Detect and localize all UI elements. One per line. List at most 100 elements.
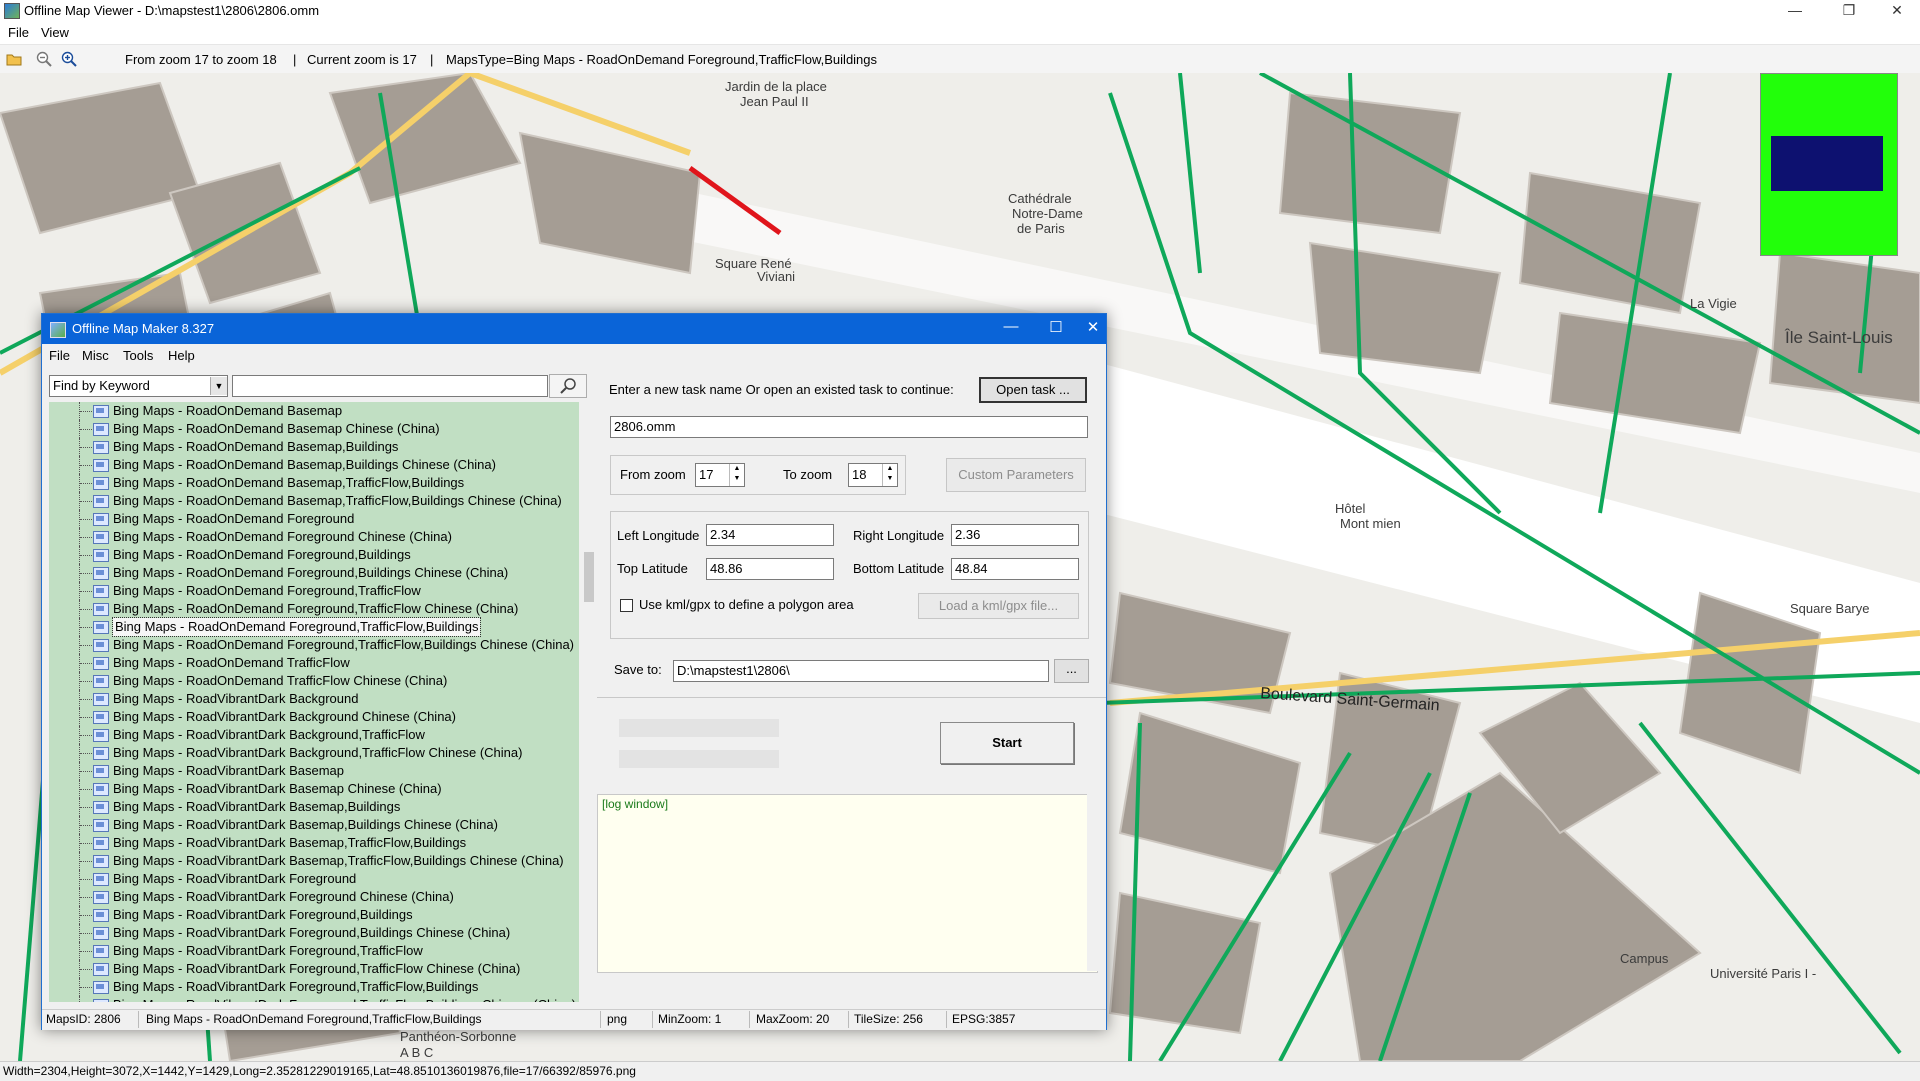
close-button[interactable]: ✕	[1874, 0, 1920, 22]
map-list-item[interactable]: Bing Maps - RoadOnDemand Foreground,Buil…	[49, 546, 579, 564]
dialog-close-button[interactable]: ✕	[1081, 318, 1105, 336]
open-task-button[interactable]: Open task ...	[979, 377, 1087, 403]
keyword-input[interactable]	[232, 375, 548, 397]
zoom-out-icon[interactable]	[36, 51, 52, 67]
save-to-input[interactable]: D:\mapstest1\2806\	[673, 660, 1049, 682]
top-latitude-input[interactable]: 48.86	[706, 558, 834, 580]
to-zoom-stepper[interactable]: 18 ▲ ▼	[848, 463, 898, 487]
map-list-item[interactable]: Bing Maps - RoadVibrantDark Background,T…	[49, 726, 579, 744]
map-list-item[interactable]: Bing Maps - RoadOnDemand Basemap,Traffic…	[49, 474, 579, 492]
map-list-item[interactable]: Bing Maps - RoadOnDemand Foreground	[49, 510, 579, 528]
map-list-item[interactable]: Bing Maps - RoadVibrantDark Foreground,T…	[49, 942, 579, 960]
map-type-list[interactable]: Bing Maps - RoadOnDemand Basemap Bing Map…	[49, 402, 579, 1002]
map-list-item[interactable]: Bing Maps - RoadVibrantDark Background C…	[49, 708, 579, 726]
dialog-title: Offline Map Maker 8.327	[72, 321, 215, 336]
dialog-minimize-button[interactable]: —	[991, 318, 1031, 335]
status-maps-id: MapsID: 2806	[46, 1012, 121, 1026]
dialog-maximize-button[interactable]: ☐	[1036, 318, 1076, 336]
browse-button[interactable]: ...	[1054, 659, 1089, 683]
map-list-item-label: Bing Maps - RoadVibrantDark Foreground,B…	[113, 907, 413, 922]
overview-minimap[interactable]	[1760, 73, 1898, 256]
tree-connector	[79, 672, 94, 690]
map-list-item[interactable]: Bing Maps - RoadOnDemand Foreground,Buil…	[49, 564, 579, 582]
map-layer-icon	[93, 945, 109, 958]
start-button[interactable]: Start	[940, 722, 1074, 764]
map-list-item[interactable]: Bing Maps - RoadOnDemand Foreground Chin…	[49, 528, 579, 546]
tree-connector	[79, 852, 94, 870]
menu-view[interactable]: View	[41, 25, 69, 40]
log-window[interactable]: [log window]	[597, 794, 1098, 973]
map-label: Cathédrale	[1008, 191, 1072, 206]
open-folder-icon[interactable]	[6, 51, 22, 67]
to-zoom-value: 18	[852, 467, 867, 482]
tree-connector	[79, 564, 94, 582]
map-list-item-label: Bing Maps - RoadVibrantDark Foreground	[113, 871, 357, 886]
dialog-menu-file[interactable]: File	[49, 348, 70, 363]
map-list-scrollbar[interactable]	[581, 402, 597, 1002]
map-list-item[interactable]: Bing Maps - RoadVibrantDark Basemap,Traf…	[49, 834, 579, 852]
zoom-in-icon[interactable]	[61, 51, 77, 67]
minimap-viewport[interactable]	[1771, 136, 1883, 191]
save-to-value: D:\mapstest1\2806\	[677, 663, 790, 678]
find-by-select[interactable]: Find by Keyword ▼	[49, 375, 228, 397]
map-list-item[interactable]: Bing Maps - RoadOnDemand Foreground,Traf…	[49, 582, 579, 600]
map-list-item[interactable]: Bing Maps - RoadOnDemand Foreground,Traf…	[49, 617, 579, 637]
map-list-item[interactable]: Bing Maps - RoadVibrantDark Basemap	[49, 762, 579, 780]
map-list-item[interactable]: Bing Maps - RoadOnDemand Basemap,Traffic…	[49, 492, 579, 510]
map-list-item-label: Bing Maps - RoadVibrantDark Basemap Chin…	[113, 781, 442, 796]
map-list-item-label: Bing Maps - RoadVibrantDark Basemap,Traf…	[113, 853, 564, 868]
status-tile-size: TileSize: 256	[854, 1012, 923, 1026]
map-list-item[interactable]: Bing Maps - RoadOnDemand Basemap	[49, 402, 579, 420]
map-layer-icon	[93, 927, 109, 940]
dialog-menu-misc[interactable]: Misc	[82, 348, 109, 363]
map-list-item[interactable]: Bing Maps - RoadVibrantDark Basemap,Buil…	[49, 816, 579, 834]
from-zoom-stepper[interactable]: 17 ▲ ▼	[695, 463, 745, 487]
map-layer-icon	[93, 873, 109, 886]
map-list-item[interactable]: Bing Maps - RoadVibrantDark Foreground,B…	[49, 924, 579, 942]
log-scrollbar[interactable]	[1087, 794, 1103, 971]
map-list-item[interactable]: Bing Maps - RoadVibrantDark Basemap Chin…	[49, 780, 579, 798]
menu-file[interactable]: File	[8, 25, 29, 40]
map-label: Île Saint-Louis	[1784, 328, 1893, 347]
dialog-menu-tools[interactable]: Tools	[123, 348, 153, 363]
map-list-item[interactable]: Bing Maps - RoadVibrantDark Foreground,B…	[49, 906, 579, 924]
map-list-item[interactable]: Bing Maps - RoadVibrantDark Background	[49, 690, 579, 708]
map-list-item[interactable]: Bing Maps - RoadOnDemand TrafficFlow	[49, 654, 579, 672]
map-list-item[interactable]: Bing Maps - RoadOnDemand Foreground,Traf…	[49, 636, 579, 654]
search-button[interactable]	[549, 374, 587, 398]
load-kml-button[interactable]: Load a kml/gpx file...	[918, 593, 1079, 619]
map-layer-icon	[93, 405, 109, 418]
map-label: Mont mien	[1340, 516, 1401, 531]
left-longitude-input[interactable]: 2.34	[706, 524, 834, 546]
search-icon	[560, 378, 576, 394]
map-list-item[interactable]: Bing Maps - RoadVibrantDark Basemap,Buil…	[49, 798, 579, 816]
use-kml-checkbox[interactable]	[620, 599, 633, 612]
minimize-button[interactable]: —	[1772, 0, 1818, 22]
map-list-item[interactable]: Bing Maps - RoadOnDemand Basemap,Buildin…	[49, 456, 579, 474]
map-list-item[interactable]: Bing Maps - RoadVibrantDark Basemap,Traf…	[49, 852, 579, 870]
map-list-item[interactable]: Bing Maps - RoadVibrantDark Foreground,T…	[49, 996, 579, 1002]
dialog-menu-help[interactable]: Help	[168, 348, 195, 363]
tree-connector	[79, 420, 94, 438]
stepper-arrows-icon[interactable]: ▲ ▼	[729, 464, 744, 486]
map-layer-icon	[93, 621, 109, 634]
map-list-item[interactable]: Bing Maps - RoadOnDemand TrafficFlow Chi…	[49, 672, 579, 690]
map-list-item[interactable]: Bing Maps - RoadVibrantDark Background,T…	[49, 744, 579, 762]
map-list-item[interactable]: Bing Maps - RoadVibrantDark Foreground,T…	[49, 960, 579, 978]
map-list-item[interactable]: Bing Maps - RoadOnDemand Basemap,Buildin…	[49, 438, 579, 456]
right-longitude-input[interactable]: 2.36	[951, 524, 1079, 546]
maximize-button[interactable]: ❐	[1826, 0, 1872, 22]
find-by-value: Find by Keyword	[53, 378, 150, 393]
scrollbar-thumb[interactable]	[584, 552, 594, 602]
task-name-input[interactable]: 2806.omm	[610, 416, 1088, 438]
map-list-item[interactable]: Bing Maps - RoadVibrantDark Foreground	[49, 870, 579, 888]
map-list-item[interactable]: Bing Maps - RoadVibrantDark Foreground,T…	[49, 978, 579, 996]
map-list-item[interactable]: Bing Maps - RoadOnDemand Foreground,Traf…	[49, 600, 579, 618]
map-list-item[interactable]: Bing Maps - RoadVibrantDark Foreground C…	[49, 888, 579, 906]
bottom-latitude-input[interactable]: 48.84	[951, 558, 1079, 580]
map-list-item[interactable]: Bing Maps - RoadOnDemand Basemap Chinese…	[49, 420, 579, 438]
status-maps-name: Bing Maps - RoadOnDemand Foreground,Traf…	[146, 1012, 482, 1026]
chevron-down-icon[interactable]: ▼	[210, 377, 227, 395]
custom-parameters-button[interactable]: Custom Parameters	[946, 458, 1086, 492]
stepper-arrows-icon[interactable]: ▲ ▼	[882, 464, 897, 486]
